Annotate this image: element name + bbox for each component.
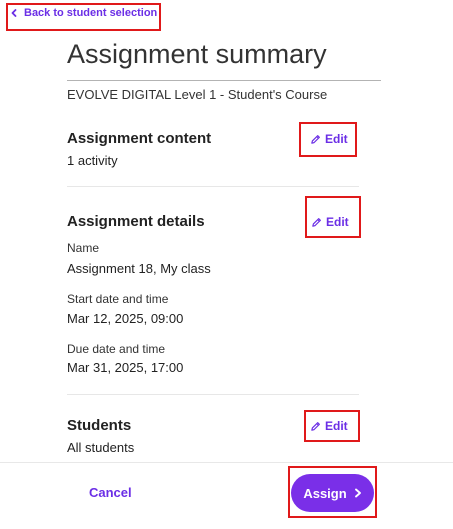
assignment-details-heading: Assignment details	[67, 213, 205, 230]
pencil-icon	[312, 217, 321, 227]
students-heading: Students	[67, 417, 132, 434]
title-divider	[67, 80, 381, 81]
edit-label: Edit	[325, 419, 348, 433]
due-date-label: Due date and time	[67, 342, 166, 356]
activity-count: 1 activity	[67, 153, 118, 168]
name-label: Name	[67, 241, 100, 255]
cancel-button[interactable]: Cancel	[89, 485, 132, 500]
assign-label: Assign	[303, 485, 347, 501]
section-divider	[67, 394, 359, 395]
edit-assignment-details-button[interactable]: Edit	[311, 215, 349, 229]
course-name: EVOLVE DIGITAL Level 1 - Student's Cours…	[67, 87, 328, 102]
assignment-name-value: Assignment 18, My class	[67, 261, 211, 276]
start-date-label: Start date and time	[67, 292, 169, 306]
back-link-label: Back to student selection	[24, 7, 158, 19]
due-date-value: Mar 31, 2025, 17:00	[67, 360, 184, 375]
pencil-icon	[311, 134, 320, 144]
edit-assignment-content-button[interactable]: Edit	[310, 132, 348, 146]
edit-label: Edit	[325, 132, 348, 146]
chevron-left-icon	[11, 9, 17, 17]
edit-students-button[interactable]: Edit	[310, 419, 348, 433]
assignment-content-heading: Assignment content	[67, 130, 212, 147]
back-to-student-selection-link[interactable]: Back to student selection	[10, 7, 157, 19]
page-title: Assignment summary	[67, 39, 327, 69]
chevron-right-icon	[354, 488, 361, 498]
assign-button[interactable]: Assign	[291, 474, 374, 512]
start-date-value: Mar 12, 2025, 09:00	[67, 311, 184, 326]
students-value: All students	[67, 440, 135, 455]
footer-divider	[0, 462, 453, 463]
edit-label: Edit	[326, 215, 349, 229]
pencil-icon	[311, 421, 320, 431]
section-divider	[67, 186, 359, 187]
